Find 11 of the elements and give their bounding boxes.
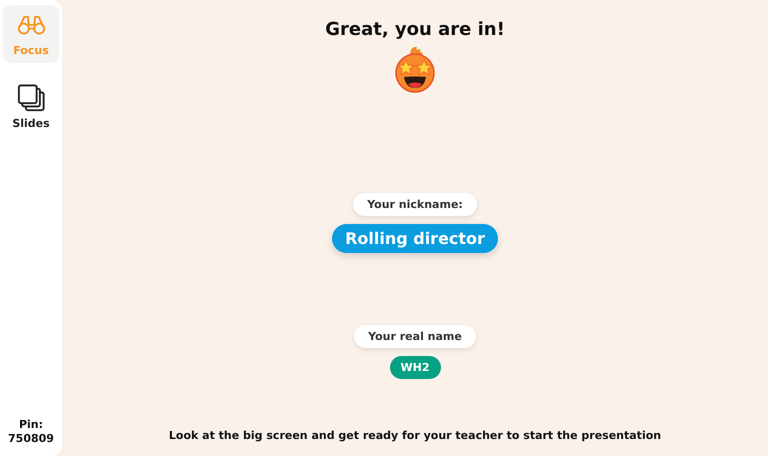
star-eyed-face-icon: [393, 46, 437, 94]
instruction-text: Look at the big screen and get ready for your teacher to start the presentation: [168, 429, 662, 442]
heading: Great, you are in!: [325, 19, 505, 40]
sidebar-item[interactable]: Slides: [3, 78, 59, 136]
nickname-badge: Rolling director: [332, 224, 498, 253]
slides-icon: [16, 84, 46, 112]
pin-code: 750809: [8, 432, 54, 446]
real-name-badge: WH2: [390, 356, 440, 379]
real-name-label: Your real name: [354, 325, 476, 348]
nickname-label: Your nickname:: [353, 193, 477, 216]
pin-label: Pin:: [18, 418, 44, 432]
